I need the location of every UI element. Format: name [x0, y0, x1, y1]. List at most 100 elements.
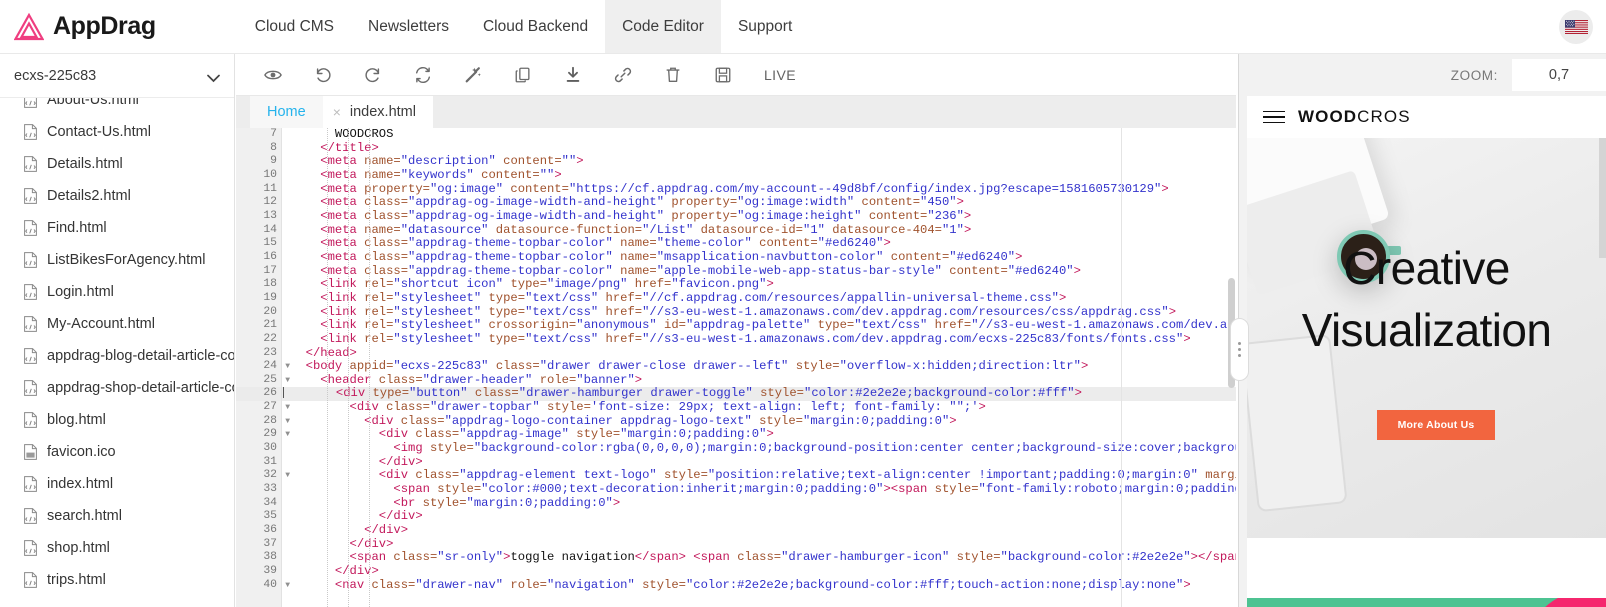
code-line[interactable]: <body appid="ecxs-225c83" class="drawer … [291, 359, 1236, 374]
hamburger-menu-icon[interactable] [1263, 107, 1285, 128]
code-line[interactable]: </div> [291, 510, 1236, 524]
fold-arrow-icon[interactable]: ▼ [285, 579, 290, 593]
redo-button[interactable] [348, 54, 398, 96]
code-line[interactable]: <nav class="drawer-nav" role="navigation… [291, 578, 1236, 593]
hero-cta-button[interactable]: More About Us [1377, 410, 1495, 440]
file-list-item[interactable]: ListBikesForAgency.html [0, 244, 234, 276]
code-editor-surface[interactable]: 789101112131415161718192021222324▼25▼26▼… [236, 128, 1236, 607]
fold-arrow-icon[interactable]: ▼ [285, 360, 290, 374]
file-list-item[interactable]: Details.html [0, 148, 234, 180]
file-list-item[interactable]: search.html [0, 500, 234, 532]
code-line[interactable]: <header class="drawer-header" role="bann… [291, 373, 1236, 388]
code-line[interactable]: <br style="margin:0;padding:0"> [291, 496, 1236, 511]
code-line[interactable]: </head> [291, 346, 1236, 361]
code-line[interactable]: <div class="appdrag-image" style="margin… [291, 428, 1236, 442]
code-line[interactable]: </div> [291, 523, 1236, 538]
code-line[interactable]: <link rel="stylesheet" type="text/css" h… [291, 305, 1236, 320]
code-line[interactable]: <meta class="appdrag-theme-topbar-color"… [291, 250, 1236, 265]
print-margin-line [1121, 128, 1122, 607]
preview-frame[interactable]: WOODCROS Creative Visualization More Abo… [1247, 96, 1606, 607]
split-resize-handle[interactable] [1230, 318, 1249, 381]
file-list-item[interactable]: appdrag-blog-detail-article-config.html [0, 340, 234, 372]
html-file-icon [24, 220, 37, 236]
file-list-item[interactable]: appdrag-shop-detail-article-config.html [0, 372, 234, 404]
live-label[interactable]: LIVE [764, 67, 796, 83]
save-button[interactable] [698, 54, 748, 96]
sync-button[interactable] [398, 54, 448, 96]
code-line[interactable]: WOODCROS [291, 128, 1236, 142]
fold-arrow-icon[interactable]: ▼ [285, 415, 290, 429]
code-line[interactable]: <meta name="keywords" content=""> [291, 168, 1236, 183]
fold-arrow-icon[interactable]: ▼ [285, 374, 290, 388]
code-token: class= [386, 400, 430, 415]
nav-link-newsletters[interactable]: Newsletters [351, 0, 466, 53]
code-line[interactable]: <meta class="appdrag-theme-topbar-color"… [291, 236, 1236, 251]
preview-scrollbar[interactable] [1599, 138, 1606, 607]
line-number: 34 [263, 496, 277, 509]
code-line[interactable]: <meta class="appdrag-og-image-width-and-… [291, 209, 1236, 224]
code-line[interactable]: <meta name="datasource" datasource-funct… [291, 223, 1236, 238]
code-token: style= [547, 400, 591, 415]
code-line[interactable]: <div class="drawer-topbar" style='font-s… [291, 400, 1236, 415]
line-number: 40 ▼ [263, 578, 290, 591]
tab-home[interactable]: Home [250, 96, 323, 128]
preview-scrollbar-thumb[interactable] [1599, 138, 1606, 258]
code-text-area[interactable]: WOODCROS </title> <meta name="descriptio… [282, 128, 1237, 607]
file-list-item[interactable]: Contact-Us.html [0, 116, 234, 148]
file-list-item[interactable]: favicon.ico [0, 436, 234, 468]
code-line[interactable]: </div> [291, 564, 1236, 579]
copy-button[interactable] [498, 54, 548, 96]
file-list-item[interactable]: Find.html [0, 212, 234, 244]
html-file-icon [24, 124, 37, 140]
file-list[interactable]: About-Us.html Contact-Us.html Details.html… [0, 98, 234, 607]
code-line[interactable]: <span class="sr-only">toggle navigation<… [291, 551, 1237, 565]
preview-button[interactable] [248, 54, 298, 96]
nav-link-code-editor[interactable]: Code Editor [605, 0, 721, 53]
close-icon[interactable]: × [333, 104, 341, 120]
nav-link-cloud-cms[interactable]: Cloud CMS [238, 0, 351, 53]
file-list-item[interactable]: My-Account.html [0, 308, 234, 340]
code-line[interactable]: <div class="appdrag-logo-container appdr… [291, 414, 1236, 429]
fold-arrow-icon[interactable]: ▼ [285, 428, 290, 442]
code-line[interactable]: <meta class="appdrag-theme-topbar-color"… [291, 264, 1236, 279]
code-line[interactable]: </title> [291, 141, 1236, 156]
code-line[interactable]: <div class="appdrag-element text-logo" s… [291, 469, 1236, 483]
code-line[interactable]: <link rel="stylesheet" crossorigin="anon… [291, 318, 1236, 333]
file-list-item[interactable]: index.html [0, 468, 234, 500]
code-line[interactable]: </div> [291, 455, 1236, 470]
fold-arrow-icon[interactable]: ▼ [285, 401, 290, 415]
nav-link-cloud-backend[interactable]: Cloud Backend [466, 0, 605, 53]
code-line[interactable]: <meta name="description" content=""> [291, 154, 1236, 169]
code-line[interactable]: <meta class="appdrag-og-image-width-and-… [291, 195, 1236, 210]
code-line[interactable]: <div type="button" class="drawer-hamburg… [282, 387, 1236, 402]
code-line[interactable]: <span style="color:#000;text-decoration:… [291, 482, 1236, 497]
undo-button[interactable] [298, 54, 348, 96]
line-number-gutter: 789101112131415161718192021222324▼25▼26▼… [236, 128, 290, 607]
file-list-item[interactable]: Login.html [0, 276, 234, 308]
code-line[interactable]: <link rel="stylesheet" type="text/css" h… [291, 291, 1236, 306]
delete-button[interactable] [648, 54, 698, 96]
zoom-input[interactable] [1512, 59, 1606, 91]
site-selector-dropdown[interactable]: ecxs-225c83 [0, 54, 234, 98]
code-line[interactable]: <link rel="shortcut icon" type="image/pn… [291, 277, 1236, 292]
preview-pane: ZOOM: WOODCROS Creative Visualization [1238, 54, 1606, 607]
fold-arrow-icon[interactable]: ▼ [285, 469, 290, 483]
nav-link-support[interactable]: Support [721, 0, 809, 53]
appdrag-brand[interactable]: AppDrag [0, 0, 186, 53]
language-selector[interactable] [1559, 0, 1606, 53]
code-line[interactable]: </div> [291, 537, 1236, 552]
beautify-button[interactable] [448, 54, 498, 96]
tab-index-html[interactable]: × index.html [322, 96, 433, 128]
code-token: "https://cf.appdrag.com/my-account--49d8… [568, 181, 1162, 196]
file-list-item[interactable]: blog.html [0, 404, 234, 436]
link-button[interactable] [598, 54, 648, 96]
line-number: 33 [263, 483, 277, 496]
file-list-item[interactable]: shop.html [0, 532, 234, 564]
code-line[interactable]: <meta property="og:image" content="https… [291, 181, 1236, 197]
file-list-item[interactable]: About-Us.html [0, 98, 234, 116]
download-button[interactable] [548, 54, 598, 96]
code-line[interactable]: <link rel="stylesheet" type="text/css" h… [291, 332, 1236, 347]
file-list-item[interactable]: Details2.html [0, 180, 234, 212]
file-list-item[interactable]: trips.html [0, 564, 234, 596]
code-line[interactable]: <img style="background-color:rgba(0,0,0,… [291, 441, 1236, 456]
